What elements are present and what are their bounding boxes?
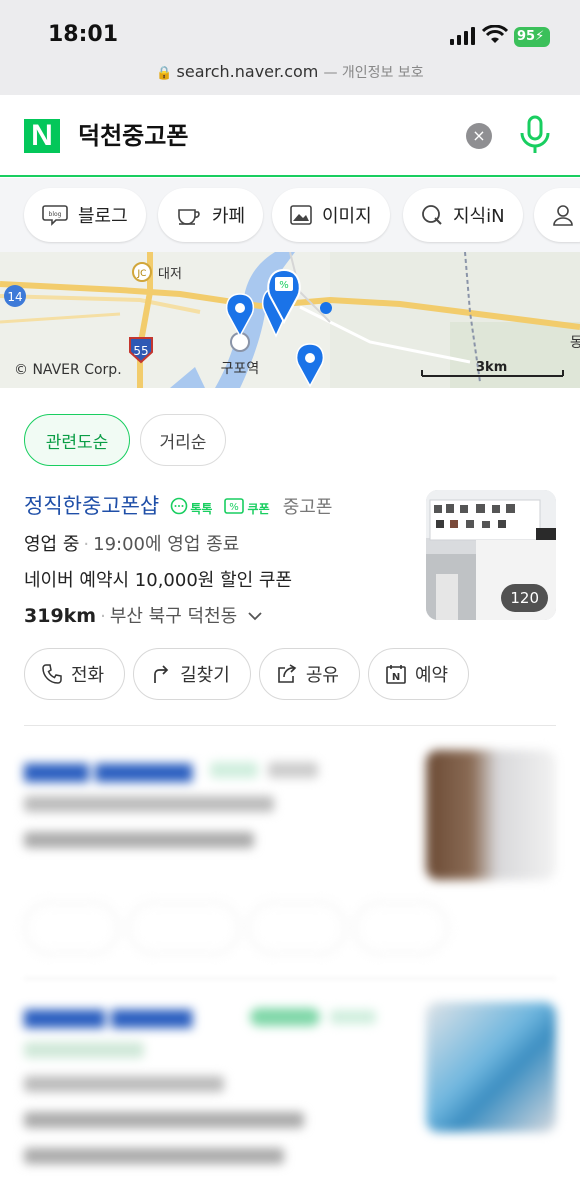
wifi-icon: [482, 25, 508, 43]
chevron-down-icon: [248, 612, 262, 621]
svg-text:blog: blog: [49, 211, 62, 218]
map-label-daejeo: 대저: [158, 267, 182, 282]
blurred-category: [268, 762, 318, 778]
blurred-hours: [24, 796, 274, 812]
directions-button[interactable]: 길찾기: [133, 648, 251, 700]
blurred-share-button[interactable]: [248, 902, 346, 954]
naver-booking-icon: N: [386, 665, 406, 684]
map-label-route14: 14: [7, 290, 22, 304]
clear-search-button[interactable]: ×: [466, 123, 492, 149]
call-label: 전화: [71, 665, 105, 686]
map-view[interactable]: JC 대저 14 55 구포역 동 % © NAVER Corp. 3km: [0, 252, 580, 388]
open-status: 영업 중: [24, 534, 80, 555]
sort-distance-button[interactable]: 거리순: [140, 414, 226, 466]
directions-icon: [154, 665, 169, 683]
photo-count-badge: 120: [501, 584, 548, 612]
blurred-photo[interactable]: [426, 1002, 556, 1132]
reserve-label: 예약: [414, 665, 449, 686]
blurred-directions-button[interactable]: [128, 902, 240, 954]
blurred-title: ▆▆▆▆▆ ▆▆▆▆▆: [24, 1004, 193, 1028]
svg-text:%: %: [229, 502, 239, 513]
blurred-call-button[interactable]: [24, 902, 119, 954]
person-icon: [553, 205, 573, 226]
tab-cafe[interactable]: 카페: [158, 188, 264, 242]
cafe-cup-icon: [178, 209, 200, 225]
address-bar[interactable]: 🔒 search.naver.com — 개인정보 보호: [0, 62, 580, 82]
blurred-reserve-button[interactable]: [354, 902, 448, 954]
status-bar: 18:01 95⚡ 🔒 search.naver.com — 개인정보 보호: [0, 0, 580, 95]
place-photo[interactable]: 120: [426, 490, 556, 620]
image-icon: [290, 205, 312, 225]
place-action-buttons: 전화 길찾기 공유 N 예약: [24, 648, 470, 700]
microphone-icon[interactable]: [518, 115, 552, 155]
sort-relevance-button[interactable]: 관련도순: [24, 414, 130, 466]
search-header: N ×: [0, 95, 580, 177]
share-icon: [278, 664, 297, 683]
map-label-jc: JC: [137, 269, 147, 279]
category-tabs: blog 블로그 카페 이미지 지식iN: [0, 178, 580, 252]
address: 부산 북구 덕천동: [109, 606, 238, 627]
map-label-route55: 55: [133, 344, 148, 358]
place-name-link[interactable]: 정직한중고폰샵: [24, 494, 159, 518]
svg-text:N: N: [392, 672, 400, 683]
phone-icon: [42, 664, 62, 684]
status-time: 18:01: [48, 22, 119, 47]
blog-icon: blog: [42, 205, 68, 226]
address-privacy-note: — 개인정보 보호: [323, 65, 424, 81]
share-label: 공유: [305, 665, 339, 686]
reserve-button[interactable]: N 예약: [367, 648, 470, 700]
svg-text:%: %: [279, 280, 289, 291]
kin-icon: [422, 205, 442, 225]
battery-indicator: 95⚡: [514, 27, 550, 47]
blurred-tag: [330, 1010, 376, 1024]
tab-cafe-label: 카페: [212, 206, 246, 227]
tab-image-label: 이미지: [322, 206, 372, 227]
place-result-blurred[interactable]: ▆▆▆▆▆ ▆▆▆▆▆: [0, 990, 580, 1186]
talk-tag: 톡톡: [190, 502, 213, 516]
address-domain: search.naver.com: [176, 62, 319, 81]
naver-logo[interactable]: N: [24, 119, 60, 153]
tab-blog-label: 블로그: [78, 206, 128, 227]
distance: 319km: [24, 605, 97, 627]
signal-icon: [450, 27, 475, 45]
search-input[interactable]: [78, 119, 438, 147]
tab-image[interactable]: 이미지: [272, 188, 390, 242]
blurred-address: [24, 832, 254, 848]
place-result-blurred[interactable]: ▆▆▆▆ ▆▆▆▆▆▆: [0, 740, 580, 970]
tab-person[interactable]: [534, 188, 580, 242]
coupon-icon: %: [223, 498, 244, 514]
tab-blog[interactable]: blog 블로그: [24, 188, 146, 242]
blurred-title: ▆▆▆▆ ▆▆▆▆▆▆: [24, 758, 193, 782]
directions-label: 길찾기: [180, 665, 230, 686]
blurred-category: [24, 1042, 144, 1058]
result-divider: [24, 978, 556, 979]
blurred-address: [24, 1148, 284, 1164]
coupon-tag: 쿠폰: [247, 502, 270, 516]
map-label-gupo: 구포역: [221, 361, 260, 377]
talk-icon: [171, 497, 188, 515]
share-button[interactable]: 공유: [258, 648, 360, 700]
blurred-photo[interactable]: [426, 750, 556, 880]
map-copyright: © NAVER Corp.: [14, 362, 122, 378]
map-label-edge: 동: [570, 335, 580, 351]
map-scale-label: 3km: [476, 360, 508, 375]
blurred-hours: [24, 1076, 224, 1092]
place-category: 중고폰: [282, 497, 333, 518]
call-button[interactable]: 전화: [24, 648, 126, 700]
result-divider: [24, 725, 556, 726]
tab-kin[interactable]: 지식iN: [403, 188, 523, 242]
closing-time: 19:00에 영업 종료: [93, 534, 240, 555]
blurred-promo: [24, 1112, 304, 1128]
blurred-tag: [210, 762, 258, 778]
tab-kin-label: 지식iN: [453, 206, 505, 227]
blurred-badge: [250, 1008, 320, 1026]
lock-icon: 🔒: [156, 66, 173, 81]
